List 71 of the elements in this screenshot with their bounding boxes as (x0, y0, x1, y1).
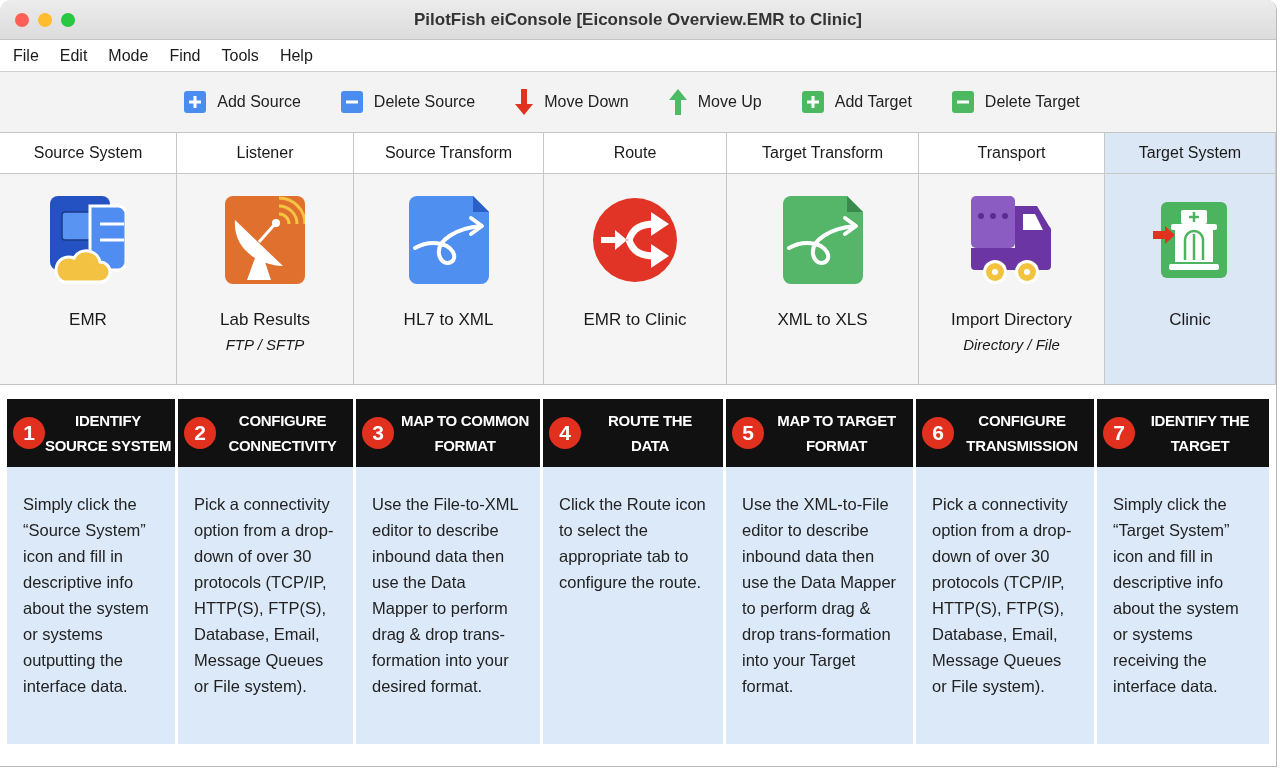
stage-label: HL7 to XML (403, 309, 494, 331)
step-number: 2 (184, 417, 216, 449)
step-description: Use the File-to-XML editor to describe inbound data then use the Data Mapper to perform drag & drop trans-formation into your desired format. (372, 494, 520, 697)
pipeline-column[interactable]: Target System Clinic (1105, 133, 1276, 384)
menu-item[interactable]: Edit (52, 44, 95, 67)
step-title: CONFIGURE TRANSMISSION (965, 411, 1079, 456)
column-header: Route (613, 143, 657, 163)
window-zoom-button[interactable] (61, 13, 75, 27)
truck-icon (970, 196, 1053, 284)
pipeline-column[interactable]: Source Transform HL7 to XML (354, 133, 544, 384)
toolbar-button[interactable]: Add Source (184, 90, 301, 114)
step-number: 7 (1103, 417, 1135, 449)
step-number: 1 (13, 417, 45, 449)
step-description: Use the XML-to-File editor to describe inbound data then use the Data Mapper to perform drag & drop trans-formation into your Target format. (742, 494, 897, 697)
database-cloud-icon (50, 196, 126, 284)
step-number: 4 (549, 417, 581, 449)
stage-label: Import Directory (951, 309, 1072, 331)
column-header: Source Transform (384, 143, 513, 163)
satellite-dish-icon (225, 196, 305, 284)
stage-subtitle: Directory / File (963, 335, 1060, 355)
stage-label: EMR (69, 309, 107, 331)
menu-item[interactable]: Help (272, 44, 320, 67)
toolbar-button[interactable]: Delete Source (340, 90, 476, 114)
pipeline-column[interactable]: Route EMR to Clinic (544, 133, 727, 384)
column-header: Transport (977, 143, 1046, 163)
stage-label: Lab Results (220, 309, 310, 331)
step-description: Simply click the “Target System” icon and fill in descriptive info about the system or systems receiving the interface data. (1113, 494, 1240, 697)
menu-item[interactable]: Find (162, 44, 208, 67)
toolbar-button[interactable]: Add Target (801, 90, 912, 114)
step-number: 3 (362, 417, 394, 449)
window-minimize-button[interactable] (38, 13, 52, 27)
pipeline-column[interactable]: Source System EMR (0, 133, 177, 384)
step-title: CONFIGURE CONNECTIVITY (227, 411, 338, 456)
step-description: Pick a connectivity option from a drop-down of over 30 protocols (TCP/IP, HTTP(S), FTP(S), Database, Email, Message Queues or File system). (194, 494, 335, 697)
column-header: Target System (1138, 143, 1242, 163)
minus-icon (951, 91, 974, 113)
arrow-down-icon (515, 89, 534, 115)
pipeline-column[interactable]: Target Transform XML to XLS (727, 133, 919, 384)
stage-label: Clinic (1169, 309, 1211, 331)
toolbar-button[interactable]: Delete Target (951, 90, 1080, 114)
plus-icon (801, 91, 824, 113)
pipeline-column[interactable]: Listener Lab Results FTP / SFTP (177, 133, 354, 384)
step-title: ROUTE THE DATA (607, 411, 693, 456)
step-number: 5 (732, 417, 764, 449)
step-description: Click the Route icon to select the appropriate tab to configure the route. (559, 494, 707, 593)
shuffle-arrows-icon (593, 198, 677, 282)
step-description: Simply click the “Source System” icon and fill in descriptive info about the system or systems outputting the interface data. (23, 494, 150, 697)
hospital-icon (1153, 202, 1227, 278)
step-title: IDENTIFY SOURCE SYSTEM (45, 411, 172, 456)
toolbar-button[interactable]: Move Up (668, 89, 762, 115)
arrow-up-icon (668, 89, 687, 115)
stage-label: XML to XLS (777, 309, 868, 331)
menu-item[interactable]: File (6, 44, 46, 67)
toolbar-button[interactable]: Move Down (515, 89, 629, 115)
menu-item[interactable]: Mode (101, 44, 156, 67)
column-header: Source System (33, 143, 143, 163)
window-close-button[interactable] (15, 13, 29, 27)
step-number: 6 (922, 417, 954, 449)
step-title: MAP TO TARGET FORMAT (776, 411, 897, 456)
plus-icon (184, 91, 207, 113)
stage-label: EMR to Clinic (583, 309, 687, 331)
minus-icon (340, 91, 363, 113)
column-header: Listener (236, 143, 294, 163)
column-header: Target Transform (762, 143, 883, 163)
window-title: PilotFish eiConsole [Eiconsole Overview.EMR to Clinic] (413, 8, 863, 31)
step-title: MAP TO COMMON FORMAT (399, 411, 530, 456)
menu-item[interactable]: Tools (214, 44, 266, 67)
pipeline-column[interactable]: Transport Import Directory Directory / File (919, 133, 1105, 384)
stage-subtitle: FTP / SFTP (225, 335, 305, 355)
step-title: IDENTIFY THE TARGET (1149, 411, 1251, 456)
step-description: Pick a connectivity option from a drop-down of over 30 protocols (TCP/IP, HTTP(S), FTP(S), Database, Email, Message Queues or File system). (932, 494, 1073, 697)
